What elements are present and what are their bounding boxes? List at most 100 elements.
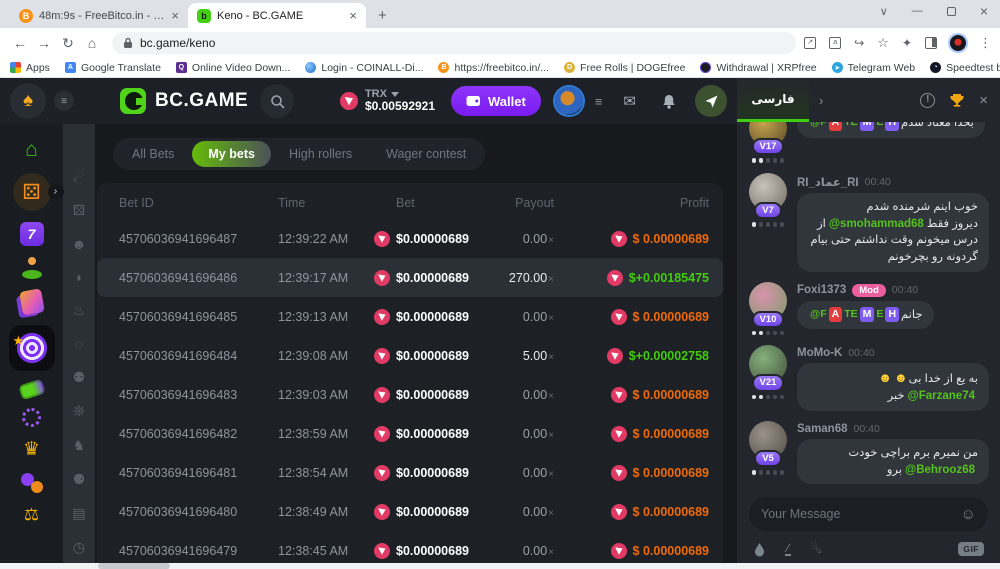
tab-close-icon[interactable]: ×: [171, 8, 179, 23]
tab-wager-contest[interactable]: Wager contest: [370, 141, 482, 167]
open-in-window-icon[interactable]: ↗: [804, 37, 816, 49]
chat-message-input[interactable]: [761, 507, 961, 521]
window-close-button[interactable]: ×: [980, 3, 988, 19]
dice-icon[interactable]: ⚄: [73, 202, 85, 219]
spade-icon[interactable]: ♠: [10, 83, 46, 119]
coin-drop-icon[interactable]: ☄: [810, 541, 822, 557]
monkey-icon[interactable]: ☻: [72, 236, 87, 252]
forward-button[interactable]: →: [32, 35, 56, 51]
games-icon[interactable]: [20, 472, 44, 494]
chat-username[interactable]: Foxi1373: [797, 284, 846, 296]
chat-username[interactable]: MoMo-K: [797, 347, 842, 359]
table-row[interactable]: 45706036941696485 12:39:13 AM $0.0000068…: [97, 297, 723, 336]
gif-button[interactable]: GIF: [958, 542, 984, 556]
browser-menu-icon[interactable]: ⋮: [979, 35, 992, 51]
user-mention[interactable]: @smohammad68: [829, 218, 924, 230]
tab-all-bets[interactable]: All Bets: [116, 141, 190, 167]
live-casino-icon[interactable]: [20, 257, 44, 279]
chevron-right-icon[interactable]: ›: [819, 93, 823, 108]
slash-command-icon[interactable]: ∕: [785, 542, 791, 556]
chat-close-icon[interactable]: ×: [979, 92, 988, 109]
chat-rules-info-icon[interactable]: !: [920, 93, 935, 108]
bookmark-item[interactable]: ➤ Telegram Web: [832, 62, 916, 74]
browser-tab-keno[interactable]: b Keno - BC.GAME ×: [188, 3, 366, 28]
cards-icon[interactable]: [19, 288, 45, 315]
chat-username[interactable]: RI_عماد_RI: [797, 175, 859, 189]
user-mention[interactable]: @Farzane74: [908, 390, 975, 402]
user-avatar[interactable]: [555, 87, 583, 115]
rain-drop-icon[interactable]: [753, 542, 766, 557]
splash-icon[interactable]: ♨: [73, 302, 86, 319]
bookmark-item[interactable]: Login - COINALL-Di...: [305, 62, 423, 74]
emoji-picker-icon[interactable]: ☺: [961, 506, 976, 523]
bookmark-item[interactable]: ◔ Speedtest by Ookla...: [930, 62, 1000, 74]
table-row[interactable]: 45706036941696482 12:38:59 AM $0.0000068…: [97, 414, 723, 453]
casino-dice-icon[interactable]: ⚄›: [13, 173, 51, 211]
comet-icon[interactable]: ☄: [73, 168, 86, 185]
whale-icon[interactable]: ◗: [75, 269, 83, 285]
cards-icon[interactable]: ▤: [72, 505, 85, 522]
ring-icon[interactable]: ◌: [75, 336, 83, 352]
tab-search-icon[interactable]: ∨: [880, 5, 888, 18]
chat-toggle-button[interactable]: [695, 85, 727, 117]
timer-icon[interactable]: ◷: [73, 539, 85, 556]
bookmark-item[interactable]: A Google Translate: [65, 62, 161, 74]
table-row[interactable]: 45706036941696480 12:38:49 AM $0.0000068…: [97, 492, 723, 531]
bomb-icon[interactable]: ⚈: [73, 471, 86, 488]
share-icon[interactable]: ↪: [854, 36, 864, 50]
table-row[interactable]: 45706036941696484 12:39:08 AM $0.0000068…: [97, 336, 723, 375]
bookmark-item[interactable]: Apps: [10, 62, 50, 74]
bell-icon[interactable]: [662, 94, 676, 109]
user-mention-tiles[interactable]: @FATEMEH: [810, 307, 899, 322]
bcgame-logo[interactable]: BC.GAME: [120, 88, 248, 114]
translate-icon[interactable]: a: [829, 37, 841, 49]
slots-icon[interactable]: 7: [20, 222, 44, 246]
reload-button[interactable]: ↻: [56, 35, 80, 52]
vip-crown-icon[interactable]: ♛: [23, 438, 40, 461]
flower-icon[interactable]: ❊: [73, 403, 85, 420]
browser-tab-freebitco[interactable]: B 48m:9s - FreeBitco.in - Win free l ×: [10, 3, 188, 28]
user-mention[interactable]: @Behrooz68: [905, 464, 975, 476]
address-bar[interactable]: bc.game/keno: [112, 32, 796, 54]
new-tab-button[interactable]: +: [378, 7, 387, 24]
tab-my-bets[interactable]: My bets: [192, 141, 271, 167]
ticket-icon[interactable]: [18, 379, 45, 401]
scrollbar-thumb[interactable]: [98, 563, 170, 569]
expand-chevron-icon[interactable]: ›: [48, 184, 64, 200]
bookmark-star-icon[interactable]: ☆: [877, 35, 889, 51]
user-mention-tiles[interactable]: @FATEMEH: [810, 122, 899, 131]
table-row[interactable]: 45706036941696486 12:39:17 AM $0.0000068…: [97, 258, 723, 297]
collapse-menu-icon[interactable]: ≡: [54, 91, 74, 111]
restore-button[interactable]: [947, 7, 956, 16]
tab-high-rollers[interactable]: High rollers: [273, 141, 368, 167]
browser-profile-avatar[interactable]: [950, 35, 966, 51]
home-icon[interactable]: ⌂: [25, 138, 38, 162]
trophy-icon[interactable]: [949, 93, 965, 108]
bookmark-item[interactable]: B https://freebitco.in/...: [438, 62, 549, 74]
spin-ring-icon[interactable]: [22, 408, 41, 427]
table-row[interactable]: 45706036941696483 12:39:03 AM $0.0000068…: [97, 375, 723, 414]
home-button[interactable]: ⌂: [80, 35, 104, 51]
wallet-button[interactable]: Wallet: [451, 86, 541, 116]
minimize-button[interactable]: —: [912, 5, 923, 17]
mail-icon[interactable]: ✉: [623, 92, 636, 110]
bookmark-item[interactable]: D Free Rolls | DOGEfree: [564, 62, 685, 74]
keno-active-icon[interactable]: ★: [9, 325, 55, 371]
extensions-puzzle-icon[interactable]: ✦: [902, 36, 912, 50]
table-row[interactable]: 45706036941696487 12:39:22 AM $0.0000068…: [97, 219, 723, 258]
bookmark-item[interactable]: Withdrawal | XRPfree: [700, 62, 816, 74]
knight-icon[interactable]: ♞: [73, 437, 86, 454]
bookmark-item[interactable]: Q Online Video Down...: [176, 62, 290, 74]
search-button[interactable]: [260, 84, 294, 118]
chat-username[interactable]: Saman68: [797, 423, 848, 435]
egg-icon[interactable]: ⚉: [73, 369, 86, 386]
affiliate-scales-icon[interactable]: ⚖: [24, 505, 39, 525]
back-button[interactable]: ←: [8, 35, 32, 51]
account-menu-icon[interactable]: ≡: [595, 94, 603, 109]
sidebar-toggle-icon[interactable]: [925, 37, 937, 49]
chat-language-tab[interactable]: فارسی: [737, 78, 809, 122]
horizontal-scrollbar[interactable]: [0, 563, 1000, 569]
currency-selector[interactable]: TRX $0.00592921: [340, 88, 435, 114]
table-row[interactable]: 45706036941696481 12:38:54 AM $0.0000068…: [97, 453, 723, 492]
tab-close-icon[interactable]: ×: [349, 8, 357, 23]
